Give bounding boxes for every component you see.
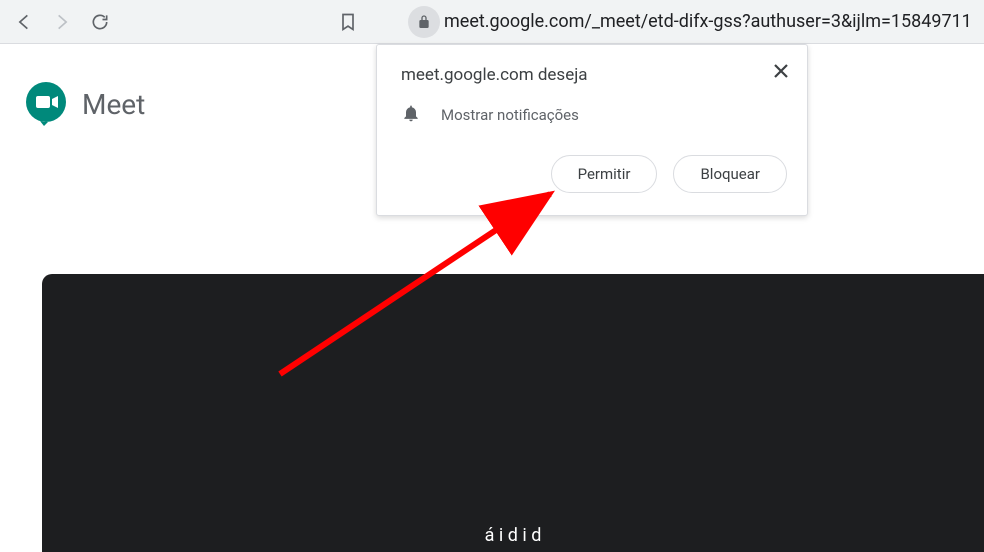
lock-icon[interactable] xyxy=(408,6,440,38)
back-button[interactable] xyxy=(6,4,42,40)
address-bar[interactable]: meet.google.com/_meet/etd-difx-gss?authu… xyxy=(408,6,978,38)
url-text: meet.google.com/_meet/etd-difx-gss?authu… xyxy=(444,11,972,32)
popup-actions: Permitir Bloquear xyxy=(401,155,787,193)
page-content: Meet á i d i d meet.google.com deseja Mo… xyxy=(0,44,984,552)
app-brand: Meet xyxy=(26,82,145,126)
video-preview: á i d i d xyxy=(42,274,984,552)
app-name: Meet xyxy=(82,88,145,121)
bell-icon xyxy=(401,103,421,127)
browser-toolbar: meet.google.com/_meet/etd-difx-gss?authu… xyxy=(0,0,984,44)
meet-logo-icon xyxy=(26,82,70,126)
popup-title: meet.google.com deseja xyxy=(401,65,787,85)
video-caption: á i d i d xyxy=(485,525,542,546)
notification-permission-popup: meet.google.com deseja Mostrar notificaç… xyxy=(376,44,808,216)
popup-permission-label: Mostrar notificações xyxy=(441,106,579,124)
popup-permission-row: Mostrar notificações xyxy=(401,103,787,127)
reload-button[interactable] xyxy=(82,4,118,40)
block-button[interactable]: Bloquear xyxy=(673,155,787,193)
forward-button[interactable] xyxy=(44,4,80,40)
bookmark-button[interactable] xyxy=(330,4,366,40)
popup-close-button[interactable] xyxy=(769,59,793,83)
allow-button[interactable]: Permitir xyxy=(551,155,658,193)
